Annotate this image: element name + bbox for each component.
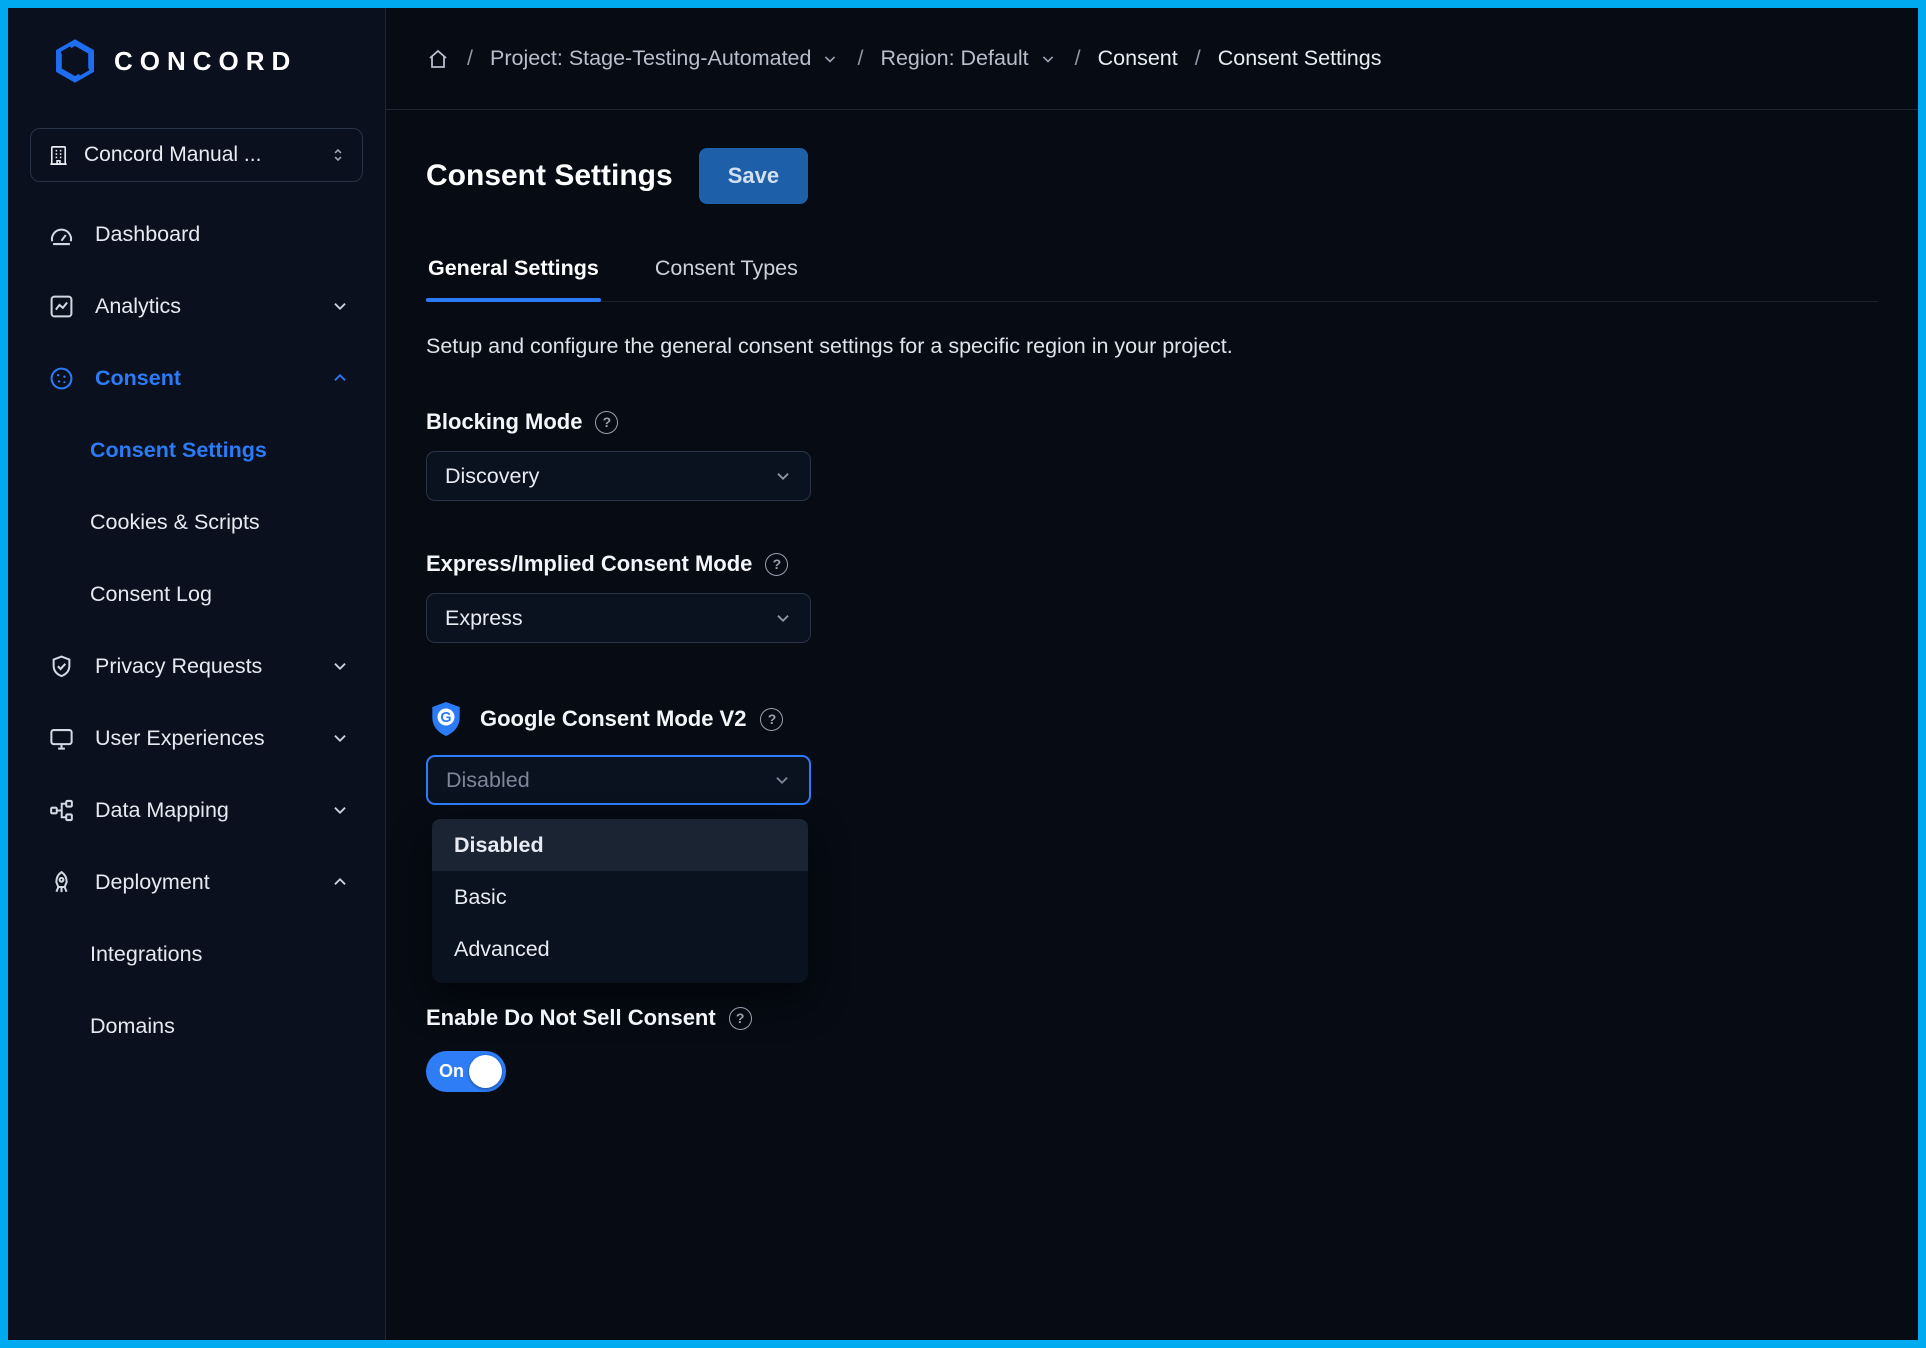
brand-name: CONCORD bbox=[114, 46, 297, 77]
sidebar-item-consent-settings[interactable]: Consent Settings bbox=[90, 414, 363, 486]
page-title: Consent Settings bbox=[426, 159, 673, 193]
chevron-down-icon bbox=[329, 655, 351, 677]
analytics-icon bbox=[48, 293, 75, 320]
chevron-down-icon bbox=[771, 769, 793, 791]
sidebar-item-label: Dashboard bbox=[95, 222, 200, 247]
do-not-sell-label: Enable Do Not Sell Consent bbox=[426, 1005, 716, 1031]
toggle-on-label: On bbox=[439, 1061, 464, 1082]
sidebar-item-dashboard[interactable]: Dashboard bbox=[30, 198, 363, 270]
tab-consent-types[interactable]: Consent Types bbox=[653, 244, 800, 301]
deployment-submenu: Integrations Domains bbox=[30, 918, 363, 1062]
express-mode-value: Express bbox=[445, 606, 523, 631]
toggle-knob bbox=[469, 1055, 502, 1088]
title-row: Consent Settings Save bbox=[426, 148, 1878, 204]
cookie-icon bbox=[48, 365, 75, 392]
shield-check-icon bbox=[48, 653, 75, 680]
building-icon bbox=[47, 144, 70, 167]
sidebar-item-domains[interactable]: Domains bbox=[90, 990, 363, 1062]
chevron-down-icon bbox=[772, 465, 794, 487]
home-icon[interactable] bbox=[426, 47, 450, 71]
rocket-icon bbox=[48, 869, 75, 896]
main-area: / Project: Stage-Testing-Automated / Reg… bbox=[386, 8, 1918, 1340]
sidebar-item-consent[interactable]: Consent bbox=[30, 342, 363, 414]
dashboard-icon bbox=[48, 221, 75, 248]
sidebar-item-label: User Experiences bbox=[95, 726, 265, 751]
tab-general-settings[interactable]: General Settings bbox=[426, 244, 601, 301]
blocking-mode-value: Discovery bbox=[445, 464, 539, 489]
chevron-down-icon bbox=[820, 49, 840, 69]
sidebar-item-cookies-scripts[interactable]: Cookies & Scripts bbox=[90, 486, 363, 558]
express-mode-select[interactable]: Express bbox=[426, 593, 811, 643]
google-consent-value: Disabled bbox=[446, 768, 530, 793]
tabs: General Settings Consent Types bbox=[426, 244, 1878, 302]
blocking-mode-select[interactable]: Discovery bbox=[426, 451, 811, 501]
chevron-down-icon bbox=[772, 607, 794, 629]
sidebar-item-user-experiences[interactable]: User Experiences bbox=[30, 702, 363, 774]
express-mode-label-row: Express/Implied Consent Mode ? bbox=[426, 551, 1878, 577]
breadcrumb-separator: / bbox=[1195, 46, 1201, 71]
brand-logo: CONCORD bbox=[30, 38, 363, 84]
sidebar-item-label: Privacy Requests bbox=[95, 654, 262, 679]
breadcrumb-region-label: Region: Default bbox=[880, 46, 1028, 71]
breadcrumb: / Project: Stage-Testing-Automated / Reg… bbox=[386, 8, 1918, 110]
data-mapping-icon bbox=[48, 797, 75, 824]
google-consent-label-row: G Google Consent Mode V2 ? bbox=[426, 699, 1878, 739]
content: Consent Settings Save General Settings C… bbox=[386, 110, 1918, 1092]
breadcrumb-section[interactable]: Consent bbox=[1098, 46, 1178, 71]
org-selector[interactable]: Concord Manual ... bbox=[30, 128, 363, 182]
chevron-down-icon bbox=[329, 295, 351, 317]
breadcrumb-region-dropdown[interactable]: Region: Default bbox=[880, 46, 1057, 71]
do-not-sell-label-row: Enable Do Not Sell Consent ? bbox=[426, 1005, 1878, 1031]
breadcrumb-separator: / bbox=[1075, 46, 1081, 71]
monitor-icon bbox=[48, 725, 75, 752]
help-icon[interactable]: ? bbox=[760, 708, 783, 731]
breadcrumb-page[interactable]: Consent Settings bbox=[1218, 46, 1382, 71]
chevron-down-icon bbox=[1038, 49, 1058, 69]
page-description: Setup and configure the general consent … bbox=[426, 334, 1878, 359]
google-consent-label: Google Consent Mode V2 bbox=[480, 706, 746, 732]
sidebar-item-data-mapping[interactable]: Data Mapping bbox=[30, 774, 363, 846]
google-shield-icon: G bbox=[426, 699, 466, 739]
sidebar-nav: Dashboard Analytics bbox=[30, 198, 363, 1062]
chevron-up-icon bbox=[329, 871, 351, 893]
sidebar-item-analytics[interactable]: Analytics bbox=[30, 270, 363, 342]
sidebar-item-integrations[interactable]: Integrations bbox=[90, 918, 363, 990]
sidebar-item-label: Consent bbox=[95, 366, 181, 391]
brand-hexagon-icon bbox=[52, 38, 98, 84]
up-down-chevron-icon bbox=[328, 145, 348, 165]
breadcrumb-project-dropdown[interactable]: Project: Stage-Testing-Automated bbox=[490, 46, 840, 71]
app-window: CONCORD Concord Manual ... bbox=[0, 0, 1926, 1348]
google-consent-select[interactable]: Disabled bbox=[426, 755, 811, 805]
breadcrumb-project-label: Project: Stage-Testing-Automated bbox=[490, 46, 811, 71]
do-not-sell-toggle[interactable]: On bbox=[426, 1051, 506, 1092]
consent-submenu: Consent Settings Cookies & Scripts Conse… bbox=[30, 414, 363, 630]
blocking-mode-label-row: Blocking Mode ? bbox=[426, 409, 1878, 435]
google-consent-dropdown: Disabled Basic Advanced bbox=[432, 819, 808, 983]
breadcrumb-separator: / bbox=[857, 46, 863, 71]
breadcrumb-separator: / bbox=[467, 46, 473, 71]
sidebar-item-deployment[interactable]: Deployment bbox=[30, 846, 363, 918]
save-button[interactable]: Save bbox=[699, 148, 808, 204]
sidebar-item-label: Analytics bbox=[95, 294, 181, 319]
svg-text:G: G bbox=[440, 710, 451, 726]
chevron-down-icon bbox=[329, 799, 351, 821]
dropdown-option-disabled[interactable]: Disabled bbox=[432, 819, 808, 871]
dropdown-option-advanced[interactable]: Advanced bbox=[432, 923, 808, 975]
sidebar-item-label: Deployment bbox=[95, 870, 210, 895]
sidebar-item-privacy-requests[interactable]: Privacy Requests bbox=[30, 630, 363, 702]
help-icon[interactable]: ? bbox=[729, 1007, 752, 1030]
dropdown-option-basic[interactable]: Basic bbox=[432, 871, 808, 923]
help-icon[interactable]: ? bbox=[595, 411, 618, 434]
chevron-up-icon bbox=[329, 367, 351, 389]
blocking-mode-label: Blocking Mode bbox=[426, 409, 582, 435]
sidebar-item-consent-log[interactable]: Consent Log bbox=[90, 558, 363, 630]
chevron-down-icon bbox=[329, 727, 351, 749]
sidebar-item-label: Data Mapping bbox=[95, 798, 229, 823]
help-icon[interactable]: ? bbox=[765, 553, 788, 576]
express-mode-label: Express/Implied Consent Mode bbox=[426, 551, 752, 577]
org-selector-label: Concord Manual ... bbox=[84, 143, 261, 167]
sidebar: CONCORD Concord Manual ... bbox=[8, 8, 386, 1340]
